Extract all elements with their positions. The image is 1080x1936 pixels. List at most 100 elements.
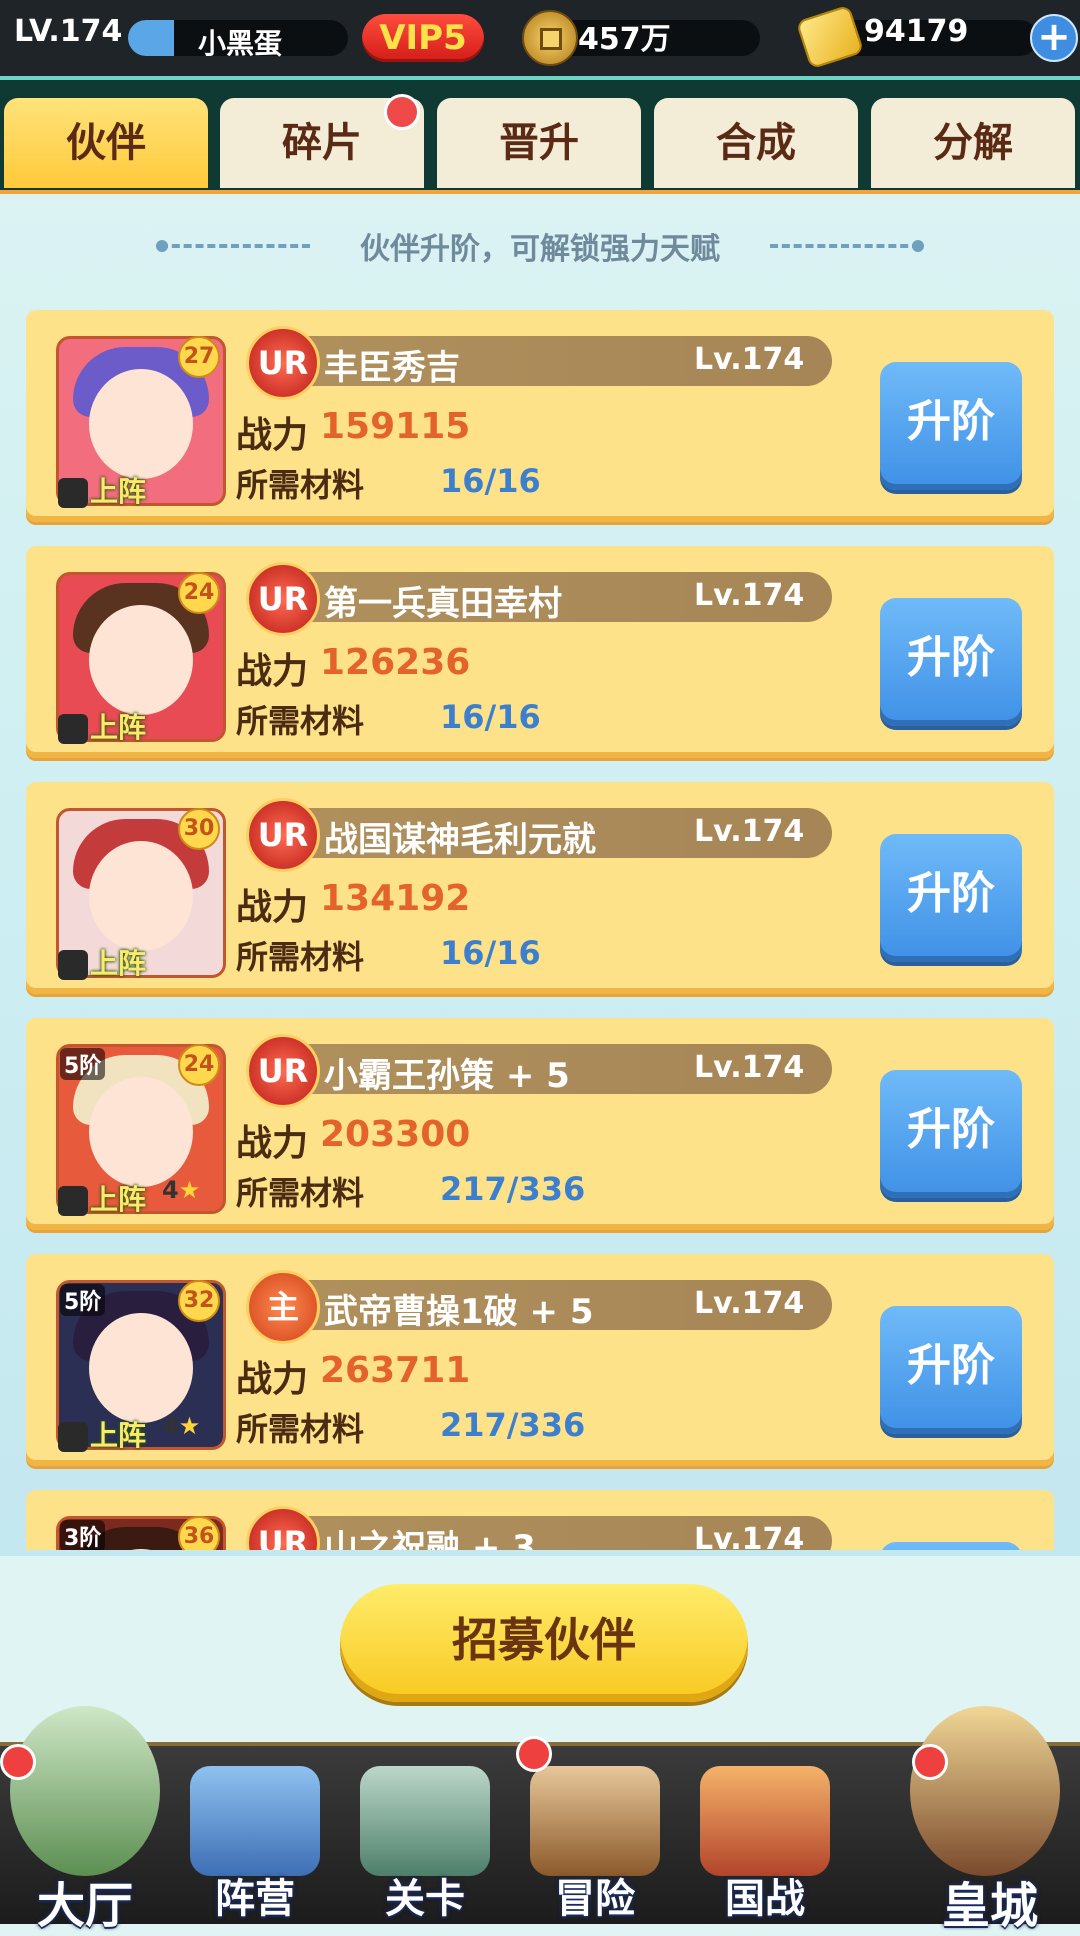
star-icon: ★ — [178, 1412, 201, 1440]
rarity-badge: UR — [246, 1034, 320, 1108]
star-count-value: 4 — [162, 1176, 179, 1204]
power-label: 战力 — [236, 651, 309, 692]
partner-name: 武帝曹操1破 + 5 — [324, 1292, 594, 1332]
add-gold-button[interactable]: + — [1030, 14, 1078, 62]
materials-label: 所需材料 — [236, 1174, 365, 1212]
rarity-badge: UR — [246, 1506, 320, 1550]
nav-adventure[interactable]: 冒险 — [510, 1736, 680, 1924]
stage-label: 5阶 — [60, 1284, 106, 1316]
power-label: 战力 — [236, 1123, 309, 1164]
hint-dot-right — [912, 240, 924, 252]
nav-imperial-city[interactable]: 皇城 — [900, 1686, 1080, 1934]
partner-card: 30 上阵 UR 战国谋神毛利元就 Lv.174 战力 134192 所需材料 … — [26, 782, 1054, 994]
partner-card: 24 上阵 UR 第一兵真田幸村 Lv.174 战力 126236 所需材料 1… — [26, 546, 1054, 758]
deploy-label: 上阵 — [90, 947, 147, 980]
top-status-bar: LV.174 小黑蛋 VIP5 457万 94179 + — [0, 0, 1080, 80]
star-count: 4★ — [162, 1176, 200, 1204]
upgrade-button[interactable]: 升阶 — [880, 598, 1022, 726]
upgrade-button[interactable]: 升阶 — [880, 834, 1022, 962]
weapon-icon — [58, 714, 88, 744]
tab-promote[interactable]: 晋升 — [437, 98, 641, 188]
adventure-notification-dot — [516, 1736, 552, 1772]
nav-lobby-label: 大厅 — [36, 1878, 133, 1934]
upgrade-button[interactable]: 升阶 — [880, 1542, 1022, 1550]
portrait-face — [89, 1077, 193, 1187]
bottom-nav: 大厅 阵营 关卡 冒险 国战 皇城 — [0, 1706, 1080, 1934]
weapon-icon — [58, 1186, 88, 1216]
portrait-face — [89, 605, 193, 715]
partner-name: 小霸王孙策 + 5 — [324, 1056, 570, 1096]
materials-value: 16/16 — [440, 698, 541, 736]
tab-decompose[interactable]: 分解 — [871, 98, 1075, 188]
partner-card: 3阶 36 UR 山之祝融 + 3 Lv.174 升阶 — [26, 1490, 1054, 1550]
deploy-tag: 上阵 — [58, 706, 178, 744]
deploy-tag: 上阵 — [58, 470, 178, 508]
materials-value: 16/16 — [440, 462, 541, 500]
vip-badge[interactable]: VIP5 — [362, 14, 484, 62]
weapon-icon — [58, 478, 88, 508]
power-label: 战力 — [236, 1359, 309, 1400]
deploy-label: 上阵 — [90, 1419, 147, 1452]
recruit-partner-button[interactable]: 招募伙伴 — [340, 1584, 748, 1702]
go-board-scroll-icon — [190, 1766, 320, 1876]
palace-icon — [910, 1706, 1060, 1876]
hint-dash-right — [770, 244, 920, 248]
power-value: 126236 — [320, 642, 471, 683]
power-label: 战力 — [236, 415, 309, 456]
portrait-face — [89, 1313, 193, 1423]
partner-card: 27 上阵 UR 丰臣秀吉 Lv.174 战力 159115 所需材料 16/1… — [26, 310, 1054, 522]
weapon-icon — [58, 1422, 88, 1452]
nav-stages-label: 关卡 — [385, 1876, 465, 1922]
partner-name: 战国谋神毛利元就 — [324, 820, 596, 860]
stage-label: 5阶 — [60, 1048, 106, 1080]
rarity-badge: UR — [246, 798, 320, 872]
materials-label: 所需材料 — [236, 466, 365, 504]
partner-badge-level: 36 — [178, 1516, 220, 1550]
lobby-notification-dot — [0, 1744, 36, 1780]
nav-camp-label: 阵营 — [215, 1876, 295, 1922]
partner-level: Lv.174 — [694, 342, 805, 377]
upgrade-button[interactable]: 升阶 — [880, 362, 1022, 490]
power-label: 战力 — [236, 887, 309, 928]
fragments-notification-dot — [384, 94, 420, 130]
materials-value: 16/16 — [440, 934, 541, 972]
ship-icon — [530, 1766, 660, 1876]
nav-lobby[interactable]: 大厅 — [0, 1686, 170, 1934]
deploy-tag: 上阵 — [58, 1414, 178, 1452]
partner-level: Lv.174 — [694, 578, 805, 613]
power-value: 203300 — [320, 1114, 471, 1155]
weapon-icon — [58, 950, 88, 980]
tab-divider — [0, 190, 1080, 194]
partner-card: 5阶 24 上阵 4★ UR 小霸王孙策 + 5 Lv.174 战力 20330… — [26, 1018, 1054, 1230]
power-value: 159115 — [320, 406, 471, 447]
tab-synthesize[interactable]: 合成 — [654, 98, 858, 188]
partner-name: 丰臣秀吉 — [324, 348, 460, 388]
player-name-pill[interactable]: 小黑蛋 — [128, 20, 348, 60]
deploy-label: 上阵 — [90, 1183, 147, 1216]
partner-list[interactable]: 27 上阵 UR 丰臣秀吉 Lv.174 战力 159115 所需材料 16/1… — [0, 300, 1080, 1550]
nav-stages[interactable]: 关卡 — [340, 1746, 510, 1924]
nav-camp[interactable]: 阵营 — [170, 1746, 340, 1924]
imperial-city-notification-dot — [912, 1744, 948, 1780]
nav-nation-war-label: 国战 — [725, 1876, 805, 1922]
tab-partners[interactable]: 伙伴 — [4, 98, 208, 188]
materials-label: 所需材料 — [236, 1410, 365, 1448]
partner-level: Lv.174 — [694, 1286, 805, 1321]
deploy-label: 上阵 — [90, 711, 147, 744]
gold-amount: 94179 — [864, 14, 969, 49]
partner-badge-level: 24 — [178, 1044, 220, 1086]
rarity-badge: 主 — [246, 1270, 320, 1344]
materials-label: 所需材料 — [236, 938, 365, 976]
partner-level: Lv.174 — [694, 1050, 805, 1085]
nav-imperial-city-label: 皇城 — [941, 1878, 1038, 1934]
nav-adventure-label: 冒险 — [555, 1876, 635, 1922]
partner-card: 5阶 32 上阵 4★ 主 武帝曹操1破 + 5 Lv.174 战力 26371… — [26, 1254, 1054, 1466]
upgrade-button[interactable]: 升阶 — [880, 1306, 1022, 1434]
player-level: LV.174 — [14, 14, 123, 49]
deploy-label: 上阵 — [90, 475, 147, 508]
copper-coin-icon — [522, 10, 578, 66]
nav-nation-war[interactable]: 国战 — [680, 1746, 850, 1924]
portrait-face — [89, 841, 193, 951]
exp-bar — [128, 20, 174, 56]
upgrade-button[interactable]: 升阶 — [880, 1070, 1022, 1198]
